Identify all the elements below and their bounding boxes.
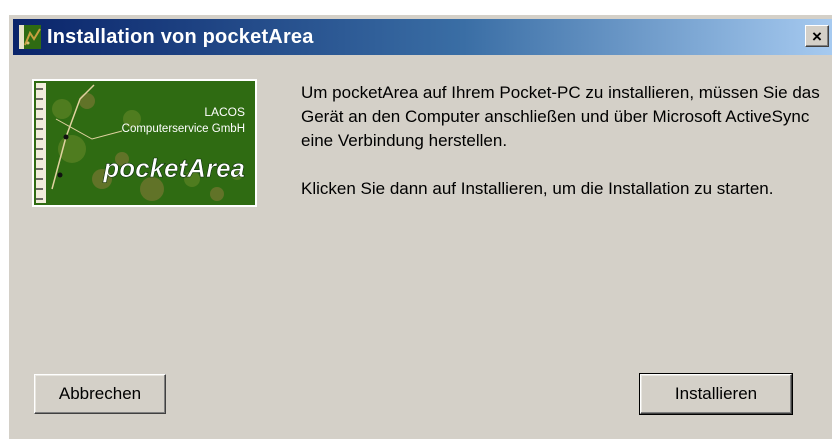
logo-company-subtitle: Computerservice GmbH: [122, 123, 245, 135]
close-icon: ×: [812, 26, 822, 46]
install-button[interactable]: Installieren: [639, 373, 793, 415]
cancel-button[interactable]: Abbrechen: [34, 374, 166, 414]
window-title: Installation von pocketArea: [47, 25, 314, 48]
close-button[interactable]: ×: [805, 25, 829, 47]
logo-company-name: LACOS: [204, 105, 245, 119]
app-icon: [19, 25, 41, 49]
installer-dialog: Installation von pocketArea × LACOS Comp…: [8, 14, 832, 439]
install-instructions: Um pocketArea auf Ihrem Pocket-PC zu ins…: [301, 81, 821, 201]
logo-product-name: pocketArea: [102, 153, 245, 183]
pocketarea-logo: LACOS Computerservice GmbH pocketArea: [32, 79, 257, 207]
instruction-paragraph-start: Klicken Sie dann auf Installieren, um di…: [301, 179, 774, 198]
instruction-paragraph-connect: Um pocketArea auf Ihrem Pocket-PC zu ins…: [301, 83, 820, 150]
title-bar[interactable]: Installation von pocketArea ×: [13, 19, 832, 55]
